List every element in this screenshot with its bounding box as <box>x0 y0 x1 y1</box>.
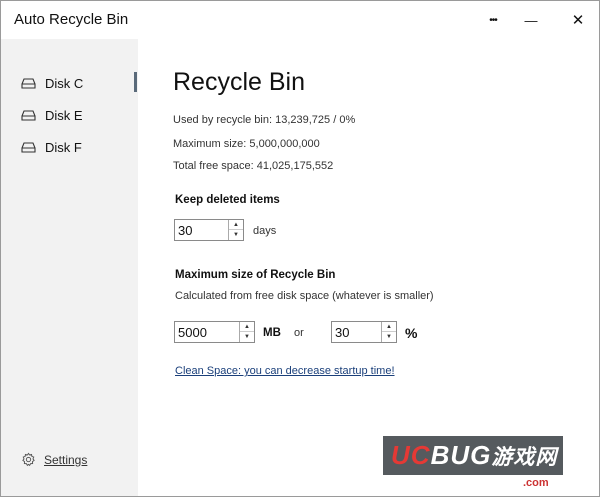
sidebar-item-label: Disk C <box>45 75 84 91</box>
watermark-logo: UCBUG游戏网 <box>383 436 563 475</box>
close-button[interactable]: ✕ <box>556 1 600 39</box>
more-icon: ••• <box>489 14 497 26</box>
keep-days-stepper[interactable]: 30 ▲ ▼ <box>174 219 244 241</box>
sidebar-item-label: Disk F <box>45 139 82 155</box>
decrement-arrow-icon[interactable]: ▼ <box>382 332 396 342</box>
stepper-arrows: ▲ ▼ <box>228 220 243 240</box>
watermark-text: UCBUG游戏网 <box>391 440 558 470</box>
sidebar-item-label: Disk E <box>45 107 83 123</box>
hard-drive-icon <box>21 109 36 121</box>
main-panel: Recycle Bin Used by recycle bin: 13,239,… <box>138 39 599 496</box>
watermark-domain: .com <box>523 477 549 489</box>
max-size-mb-stepper[interactable]: 5000 ▲ ▼ <box>174 321 255 343</box>
app-window: Auto Recycle Bin ••• — ✕ Disk C Disk E D… <box>0 0 600 497</box>
minimize-icon: — <box>524 12 538 28</box>
maximum-size: Maximum size: 5,000,000,000 <box>173 138 320 150</box>
stepper-arrows: ▲ ▼ <box>381 322 396 342</box>
settings-link[interactable]: Settings <box>21 452 87 467</box>
gear-icon <box>22 452 35 467</box>
window-title: Auto Recycle Bin <box>14 11 129 28</box>
decrement-arrow-icon[interactable]: ▼ <box>229 230 243 240</box>
total-free-space: Total free space: 41,025,175,552 <box>173 160 334 172</box>
hard-drive-icon <box>21 77 36 89</box>
sidebar-item-disk-f[interactable]: Disk F <box>21 136 82 158</box>
percent-unit: % <box>405 325 418 341</box>
increment-arrow-icon[interactable]: ▲ <box>382 322 396 332</box>
keep-days-value[interactable]: 30 <box>178 223 192 238</box>
close-icon: ✕ <box>571 12 585 29</box>
max-size-percent-value[interactable]: 30 <box>335 325 349 340</box>
sidebar-item-disk-c[interactable]: Disk C <box>21 72 83 94</box>
increment-arrow-icon[interactable]: ▲ <box>240 322 254 332</box>
decrement-arrow-icon[interactable]: ▼ <box>240 332 254 342</box>
mb-unit: MB <box>263 327 281 339</box>
sidebar: Disk C Disk E Disk F Settings <box>1 39 138 496</box>
days-unit: days <box>253 225 277 237</box>
title-bar: Auto Recycle Bin ••• — ✕ <box>1 1 599 39</box>
minimize-button[interactable]: — <box>509 1 553 39</box>
settings-label: Settings <box>44 452 88 467</box>
or-label: or <box>294 327 304 339</box>
hard-drive-icon <box>21 141 36 153</box>
increment-arrow-icon[interactable]: ▲ <box>229 220 243 230</box>
stepper-arrows: ▲ ▼ <box>239 322 254 342</box>
page-title: Recycle Bin <box>173 68 305 96</box>
max-size-mb-value[interactable]: 5000 <box>178 325 207 340</box>
max-size-title: Maximum size of Recycle Bin <box>175 269 336 281</box>
max-size-description: Calculated from free disk space (whateve… <box>175 290 434 302</box>
keep-deleted-title: Keep deleted items <box>175 194 280 206</box>
max-size-percent-stepper[interactable]: 30 ▲ ▼ <box>331 321 397 343</box>
sidebar-item-disk-e[interactable]: Disk E <box>21 104 83 126</box>
clean-space-link[interactable]: Clean Space: you can decrease startup ti… <box>175 365 395 377</box>
used-by-recycle-bin: Used by recycle bin: 13,239,725 / 0% <box>173 114 356 126</box>
active-item-indicator <box>134 72 137 92</box>
